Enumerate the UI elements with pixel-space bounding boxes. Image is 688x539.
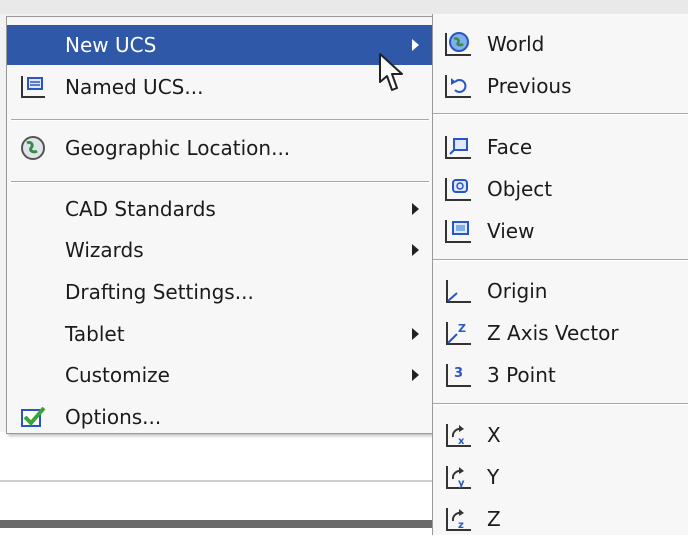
menu-item-named-ucs[interactable]: Named UCS... <box>7 67 433 107</box>
top-strip <box>0 0 688 14</box>
submenu-arrow-icon <box>412 328 419 340</box>
menu-separator <box>11 181 429 183</box>
submenu-item-label: Z Axis Vector <box>487 321 619 345</box>
menu-item-label: Options... <box>65 405 162 429</box>
new-ucs-submenu: World Previous Face Object View Origin Z… <box>432 14 688 535</box>
submenu-item-3-point[interactable]: 3 3 Point <box>433 355 688 395</box>
submenu-item-origin[interactable]: Origin <box>433 271 688 311</box>
submenu-item-z[interactable]: z Z <box>433 499 688 539</box>
menu-item-wizards[interactable]: Wizards <box>7 230 433 270</box>
submenu-arrow-icon <box>412 39 419 51</box>
submenu-item-previous[interactable]: Previous <box>433 66 688 106</box>
menu-item-geographic-location[interactable]: Geographic Location... <box>7 128 433 168</box>
menu-item-label: New UCS <box>65 33 157 57</box>
submenu-arrow-icon <box>412 244 419 256</box>
menu-item-options[interactable]: Options... <box>7 397 433 437</box>
submenu-item-object[interactable]: Object <box>433 169 688 209</box>
svg-text:Z: Z <box>458 322 466 335</box>
svg-text:z: z <box>458 520 464 531</box>
menu-item-drafting-settings[interactable]: Drafting Settings... <box>7 272 433 312</box>
submenu-item-face[interactable]: Face <box>433 127 688 167</box>
rotate-z-icon: z <box>446 508 471 531</box>
menu-separator <box>11 119 429 121</box>
origin-ucs-icon <box>446 280 471 303</box>
world-ucs-icon <box>445 32 471 56</box>
submenu-item-label: X <box>487 423 501 447</box>
mouse-pointer-icon <box>379 53 403 91</box>
submenu-item-label: 3 Point <box>487 363 556 387</box>
submenu-item-label: Object <box>487 177 553 201</box>
menu-item-customize[interactable]: Customize <box>7 355 433 395</box>
submenu-arrow-icon <box>412 203 419 215</box>
previous-ucs-icon <box>445 75 471 98</box>
submenu-item-view[interactable]: View <box>433 211 688 251</box>
menu-item-label: Drafting Settings... <box>65 280 254 304</box>
menu-item-cad-standards[interactable]: CAD Standards <box>7 189 433 229</box>
menu-item-label: CAD Standards <box>65 197 216 221</box>
submenu-item-z-axis-vector[interactable]: Z Z Axis Vector <box>433 313 688 353</box>
submenu-separator <box>433 403 688 405</box>
z-axis-vector-icon: Z <box>446 322 471 345</box>
view-ucs-icon <box>445 220 471 243</box>
submenu-item-world[interactable]: World <box>433 24 688 64</box>
three-point-icon: 3 <box>446 364 471 387</box>
svg-text:3: 3 <box>454 366 463 381</box>
object-ucs-icon <box>445 178 471 201</box>
submenu-item-label: View <box>487 219 535 243</box>
rotate-x-icon: x <box>446 424 471 447</box>
submenu-item-y[interactable]: y Y <box>433 457 688 497</box>
submenu-item-label: Y <box>487 465 500 489</box>
submenu-item-label: Z <box>487 507 501 531</box>
submenu-item-label: Origin <box>487 279 548 303</box>
svg-text:y: y <box>458 478 465 489</box>
divider <box>0 480 432 482</box>
status-bar <box>0 520 432 528</box>
svg-text:x: x <box>458 436 465 447</box>
underlying-window <box>0 432 432 535</box>
submenu-item-x[interactable]: x X <box>433 415 688 455</box>
menu-item-new-ucs[interactable]: New UCS <box>7 25 433 65</box>
submenu-separator <box>433 259 688 261</box>
menu-item-label: Geographic Location... <box>65 136 291 160</box>
tools-menu: New UCS Named UCS... Geographic Location… <box>6 16 434 434</box>
rotate-y-icon: y <box>446 466 471 489</box>
menu-item-label: Customize <box>65 363 170 387</box>
face-ucs-icon <box>445 136 471 159</box>
menu-item-label: Named UCS... <box>65 75 204 99</box>
named-ucs-icon <box>21 76 45 98</box>
submenu-item-label: Previous <box>487 74 572 98</box>
menu-item-label: Tablet <box>65 322 125 346</box>
submenu-item-label: Face <box>487 135 533 159</box>
globe-icon <box>21 136 45 160</box>
options-check-icon <box>21 406 46 427</box>
submenu-arrow-icon <box>412 369 419 381</box>
menu-item-label: Wizards <box>65 238 144 262</box>
submenu-item-label: World <box>487 32 545 56</box>
menu-item-tablet[interactable]: Tablet <box>7 314 433 354</box>
submenu-separator <box>433 113 688 115</box>
